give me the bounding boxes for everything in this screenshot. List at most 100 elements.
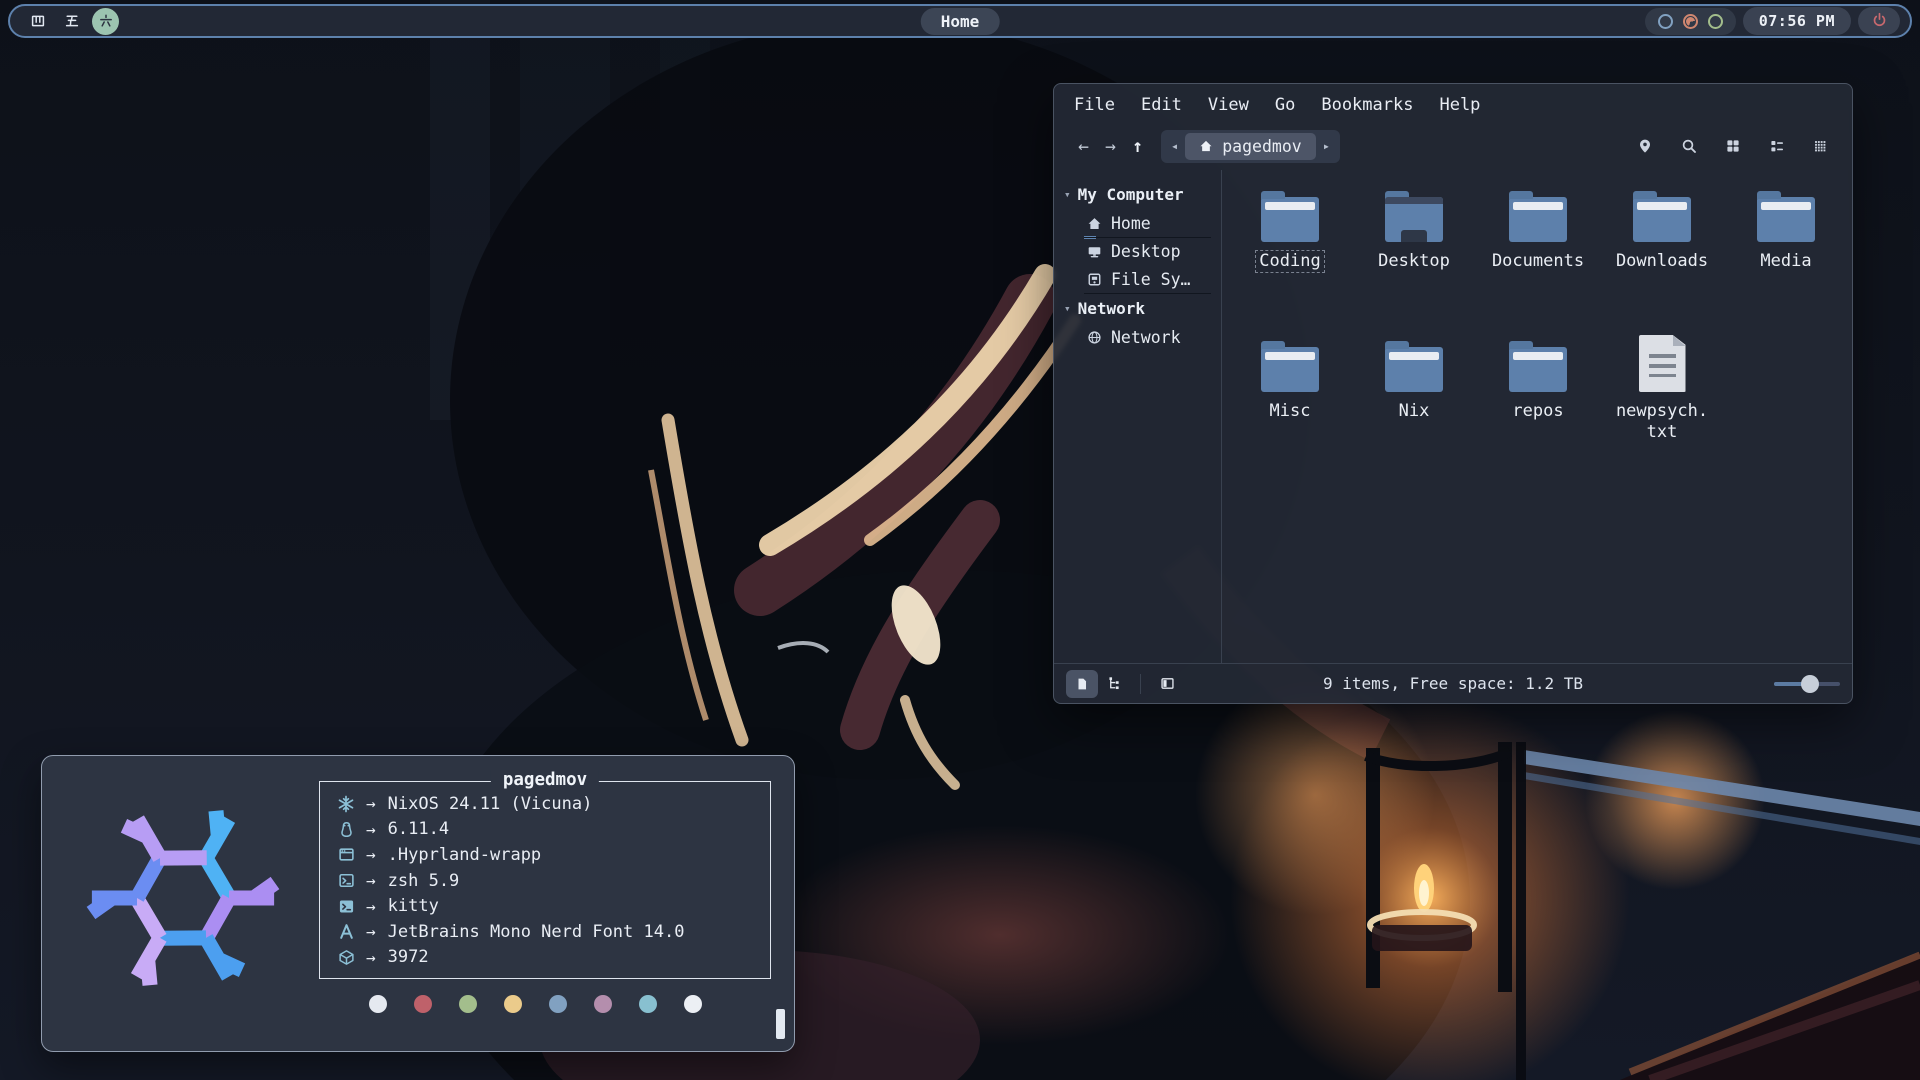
palette-dot-0 — [369, 995, 387, 1013]
power-button[interactable] — [1858, 7, 1900, 35]
status-bar: 9 items, Free space: 1.2 TB — [1054, 663, 1852, 703]
menu-file[interactable]: File — [1074, 95, 1115, 115]
top-bar: Home 07:56 PM — [8, 4, 1912, 38]
sidebar-header-label: Network — [1078, 299, 1145, 318]
nixos-logo — [68, 778, 298, 1018]
search-icon[interactable] — [1681, 138, 1697, 154]
path-crumb-label: pagedmov — [1222, 137, 1301, 156]
list-view-icon[interactable] — [1769, 138, 1785, 154]
file-item-label: Media — [1757, 251, 1814, 272]
arrow-right-icon: → — [366, 845, 376, 864]
topbar-right-cluster: 07:56 PM — [1645, 7, 1900, 35]
home-icon — [1086, 216, 1103, 231]
zoom-slider[interactable] — [1774, 675, 1840, 693]
toolbar-view-buttons — [1637, 138, 1828, 154]
path-scroll-right-icon[interactable]: ▸ — [1316, 139, 1337, 153]
menu-go[interactable]: Go — [1275, 95, 1295, 115]
package-icon — [334, 949, 358, 966]
zoom-slider-knob[interactable] — [1801, 675, 1819, 693]
menu-help[interactable]: Help — [1439, 95, 1480, 115]
fetch-value: .Hyprland-wrapp — [388, 845, 542, 865]
fetch-value: 6.11.4 — [388, 819, 449, 839]
up-button[interactable]: ↑ — [1124, 136, 1151, 157]
file-item-repos[interactable]: repos — [1476, 334, 1600, 484]
sidebar-header-my-computer[interactable]: ▾My Computer — [1054, 180, 1221, 209]
location-pin-icon[interactable] — [1637, 138, 1653, 154]
sidebar-item-home[interactable]: Home — [1084, 210, 1211, 237]
folder-icon — [1633, 197, 1691, 242]
file-item-newpsych-txt[interactable]: newpsych.txt — [1600, 334, 1724, 484]
file-item-coding[interactable]: Coding — [1228, 184, 1352, 334]
home-icon — [1199, 139, 1213, 153]
arrow-right-icon: → — [366, 820, 376, 839]
folder-screen-bar — [1385, 197, 1443, 204]
file-item-documents[interactable]: Documents — [1476, 184, 1600, 334]
places-sidebar: ▾My Computer Home Desktop File Sy… ▾ Network N… — [1054, 170, 1222, 663]
chevron-down-icon: ▾ — [1064, 302, 1071, 315]
compact-view-icon[interactable] — [1813, 139, 1828, 154]
sidebar-item-file-sy-[interactable]: File Sy… — [1084, 266, 1211, 293]
path-crumb-home[interactable]: pagedmov — [1185, 133, 1315, 160]
file-item-media[interactable]: Media — [1724, 184, 1848, 334]
sidebar-item-label: Home — [1111, 214, 1151, 233]
icon-view-icon[interactable] — [1725, 138, 1741, 154]
workspace-five[interactable] — [58, 8, 85, 35]
show-tree-button[interactable] — [1098, 670, 1130, 698]
power-icon — [1872, 12, 1887, 31]
file-item-desktop[interactable]: Desktop — [1352, 184, 1476, 334]
folder-screen-stand — [1401, 230, 1427, 242]
sidebar-header-label: My Computer — [1078, 185, 1184, 204]
palette-dot-4 — [549, 995, 567, 1013]
file-manager-body: ▾My Computer Home Desktop File Sy… ▾ Network N… — [1054, 170, 1852, 663]
menu-edit[interactable]: Edit — [1141, 95, 1182, 115]
file-grid: Coding Desktop Documents Downloads Media Misc… — [1222, 170, 1852, 663]
sidebar-header-network[interactable]: ▾ Network — [1054, 294, 1221, 323]
palette-dot-5 — [594, 995, 612, 1013]
fetch-value: NixOS 24.11 (Vicuna) — [388, 794, 593, 814]
arrow-right-icon: → — [366, 897, 376, 916]
workspace-four[interactable] — [24, 8, 51, 35]
palette-dot-1 — [414, 995, 432, 1013]
fetch-row: →JetBrains Mono Nerd Font 14.0 — [334, 919, 760, 945]
forward-button[interactable]: → — [1097, 136, 1124, 157]
fetch-value: JetBrains Mono Nerd Font 14.0 — [388, 922, 685, 942]
show-places-button[interactable] — [1066, 670, 1098, 698]
file-item-label: Desktop — [1375, 251, 1453, 272]
workspace-six[interactable] — [92, 8, 119, 35]
nix-icon — [334, 795, 358, 813]
statusbar-divider — [1140, 674, 1141, 694]
folder-icon — [1261, 197, 1319, 242]
file-item-label: repos — [1509, 401, 1566, 422]
fetch-row: →zsh 5.9 — [334, 868, 760, 894]
desktop-icon — [1086, 244, 1103, 259]
file-item-misc[interactable]: Misc — [1228, 334, 1352, 484]
menu-view[interactable]: View — [1208, 95, 1249, 115]
text-file-icon — [1639, 335, 1686, 392]
menu-bookmarks[interactable]: Bookmarks — [1321, 95, 1413, 115]
back-button[interactable]: ← — [1070, 136, 1097, 157]
path-scroll-left-icon[interactable]: ◂ — [1164, 139, 1185, 153]
file-item-nix[interactable]: Nix — [1352, 334, 1476, 484]
file-item-label: Coding — [1256, 251, 1323, 272]
green-ring — [1708, 14, 1723, 29]
arrow-right-icon: → — [366, 794, 376, 813]
file-item-downloads[interactable]: Downloads — [1600, 184, 1724, 334]
path-bar: ◂ pagedmov ▸ — [1161, 130, 1340, 163]
fetch-row: →3972 — [334, 945, 760, 971]
desktop: Home 07:56 PM File Edit View Go Bookmarks Hel… — [0, 0, 1920, 1080]
sidebar-item-desktop[interactable]: Desktop — [1084, 238, 1211, 265]
sidebar-item-network[interactable]: Network — [1084, 324, 1211, 351]
orange-gauge — [1683, 14, 1698, 29]
terminal-filled-icon — [334, 898, 358, 915]
clock: 07:56 PM — [1743, 7, 1851, 35]
fetch-value: 3972 — [388, 947, 429, 967]
fetch-value: zsh 5.9 — [388, 871, 460, 891]
file-item-label: Documents — [1489, 251, 1587, 272]
side-pane-toggle-button[interactable] — [1151, 670, 1183, 698]
blue-ring — [1658, 14, 1673, 29]
font-icon — [334, 923, 358, 940]
folder-icon — [1385, 347, 1443, 392]
file-item-label: Downloads — [1613, 251, 1711, 272]
sidebar-item-label: File Sy… — [1111, 270, 1190, 289]
folder-icon — [1757, 197, 1815, 242]
